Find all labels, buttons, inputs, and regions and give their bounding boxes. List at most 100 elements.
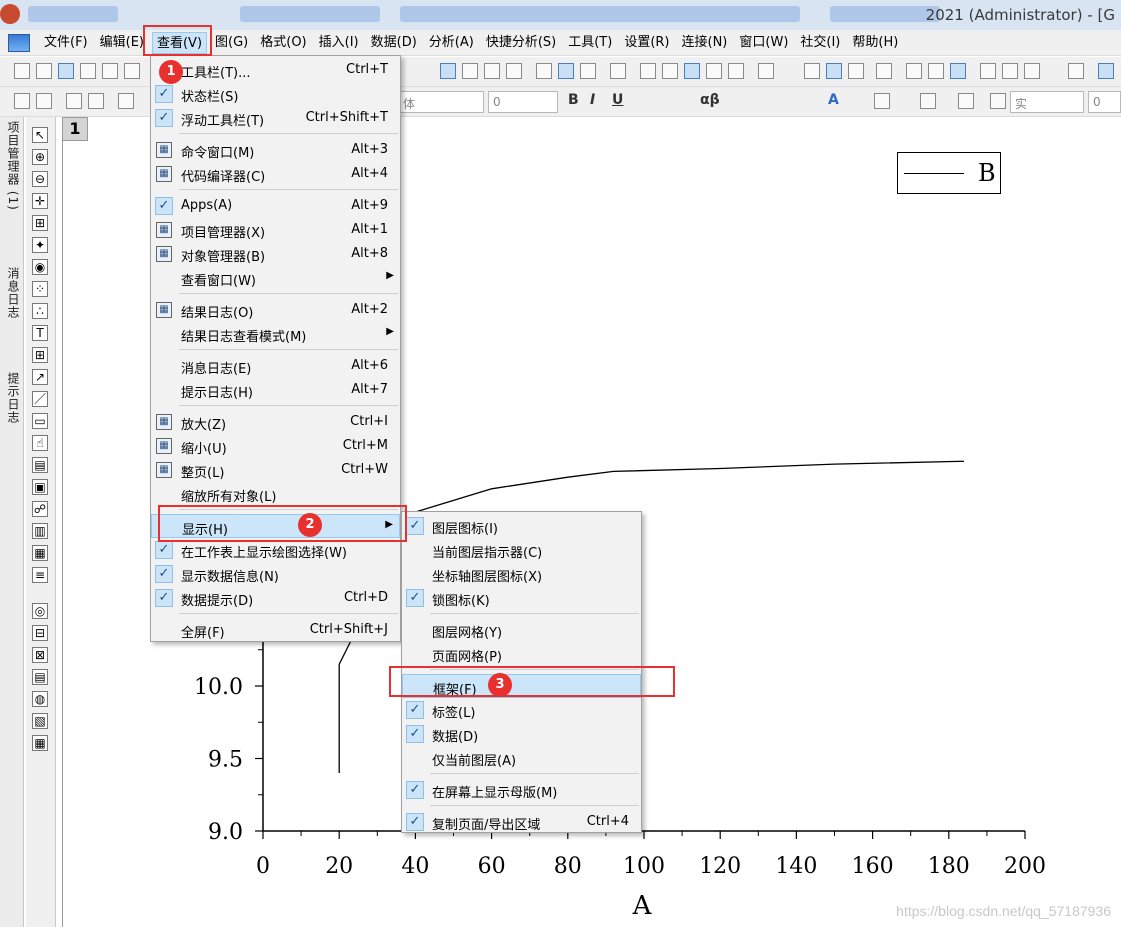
menu-item-label: 浮动工具栏(T) — [181, 114, 265, 129]
menu-separator — [430, 613, 639, 614]
menu-item-label: 锁图标(K) — [432, 594, 490, 609]
menu-item-shortcut: Ctrl+D — [343, 590, 388, 605]
menu-item-shortcut: Alt+2 — [351, 302, 388, 317]
view-menu-item[interactable]: 工具栏(T)... Ctrl+T — [151, 58, 400, 82]
view-menu-item[interactable]: ✓ 状态栏(S) — [151, 82, 400, 106]
menu-item-label: 项目管理器(X) — [181, 226, 266, 241]
view-menu-item[interactable]: ▦ 缩小(U) Ctrl+M — [151, 434, 400, 458]
menu-separator — [179, 293, 398, 294]
show-submenu-item[interactable]: ✓ 数据(D) — [402, 722, 641, 746]
view-menu-item[interactable]: 缩放所有对象(L) — [151, 482, 400, 506]
menu-item-shortcut: Ctrl+I — [350, 414, 388, 429]
menu-separator — [179, 133, 398, 134]
show-submenu-item[interactable]: ✓ 图层图标(I) — [402, 514, 641, 538]
view-menu-item[interactable]: ▦ 整页(L) Ctrl+W — [151, 458, 400, 482]
menu-item-shortcut: Ctrl+W — [341, 462, 388, 477]
view-menu-item[interactable]: ▦ 项目管理器(X) Alt+1 — [151, 218, 400, 242]
view-menu-item[interactable]: ✓ 显示数据信息(N) — [151, 562, 400, 586]
view-menu-item[interactable]: 查看窗口(W) ▶ — [151, 266, 400, 290]
show-submenu-item[interactable]: 当前图层指示器(C) — [402, 538, 641, 562]
menu-item-label: 当前图层指示器(C) — [432, 546, 543, 561]
menu-item-label: 整页(L) — [181, 466, 225, 481]
menu-item-label: 页面网格(P) — [432, 650, 502, 665]
results-log-icon: ▦ — [156, 302, 172, 318]
view-menu-item[interactable]: 全屏(F) Ctrl+Shift+J — [151, 618, 400, 642]
view-menu: 工具栏(T)... Ctrl+T ✓ 状态栏(S) ✓ 浮动工具栏(T) Ctrl+Shif… — [150, 55, 401, 642]
watermark: https://blog.csdn.net/qq_57187936 — [896, 903, 1111, 919]
menu-item-label: 提示日志(H) — [181, 386, 253, 401]
menu-item-shortcut: Alt+1 — [351, 222, 388, 237]
menu-separator — [430, 773, 639, 774]
legend-label: B — [978, 159, 996, 187]
x-tick-label: 100 — [623, 854, 665, 879]
view-menu-item[interactable]: ✓ Apps(A) Alt+9 — [151, 194, 400, 218]
view-menu-item[interactable]: 结果日志查看模式(M) ▶ — [151, 322, 400, 346]
x-tick-label: 140 — [775, 854, 817, 879]
menu-separator — [430, 805, 639, 806]
annotation-box-frame-item — [389, 666, 675, 697]
menu-item-shortcut: Alt+9 — [351, 198, 388, 213]
checkmark-icon: ✓ — [155, 109, 173, 127]
view-menu-item[interactable]: ▦ 放大(Z) Ctrl+I — [151, 410, 400, 434]
menu-item-label: 图层网格(Y) — [432, 626, 503, 641]
menu-item-label: 查看窗口(W) — [181, 274, 256, 289]
menu-item-label: 消息日志(E) — [181, 362, 252, 377]
show-submenu-item[interactable]: 图层网格(Y) — [402, 618, 641, 642]
checkmark-icon: ✓ — [406, 589, 424, 607]
legend[interactable]: B — [897, 152, 1001, 194]
y-tick-label: 9.0 — [208, 820, 243, 845]
x-tick-label: 160 — [852, 854, 894, 879]
view-menu-item[interactable]: ✓ 浮动工具栏(T) Ctrl+Shift+T — [151, 106, 400, 130]
view-menu-item[interactable]: ▦ 命令窗口(M) Alt+3 — [151, 138, 400, 162]
menu-item-label: 全屏(F) — [181, 626, 225, 641]
menu-item-label: 结果日志查看模式(M) — [181, 330, 307, 345]
view-menu-item[interactable]: ▦ 代码编译器(C) Alt+4 — [151, 162, 400, 186]
object-manager-icon: ▦ — [156, 246, 172, 262]
x-tick-label: 40 — [401, 854, 429, 879]
menu-item-label: 结果日志(O) — [181, 306, 254, 321]
show-submenu-item[interactable]: 页面网格(P) — [402, 642, 641, 666]
submenu-arrow-icon: ▶ — [386, 270, 394, 281]
menu-item-shortcut: Ctrl+4 — [586, 814, 629, 829]
x-tick-label: 180 — [928, 854, 970, 879]
menu-item-label: 复制页面/导出区域 — [432, 818, 541, 833]
view-menu-item[interactable]: 提示日志(H) Alt+7 — [151, 378, 400, 402]
view-menu-item[interactable]: ▦ 对象管理器(B) Alt+8 — [151, 242, 400, 266]
checkmark-icon: ✓ — [155, 589, 173, 607]
show-submenu-item[interactable]: ✓ 标签(L) — [402, 698, 641, 722]
y-tick-label: 10.0 — [194, 675, 243, 700]
menu-item-shortcut: Ctrl+T — [346, 62, 388, 77]
menu-item-shortcut: Alt+3 — [351, 142, 388, 157]
menu-item-label: 代码编译器(C) — [181, 170, 266, 185]
view-menu-item[interactable]: ✓ 数据提示(D) Ctrl+D — [151, 586, 400, 610]
submenu-arrow-icon: ▶ — [386, 326, 394, 337]
menu-item-label: Apps(A) — [181, 198, 233, 213]
checkmark-icon: ✓ — [406, 813, 424, 831]
menu-item-label: 仅当前图层(A) — [432, 754, 517, 769]
menu-item-shortcut: Alt+6 — [351, 358, 388, 373]
checkmark-icon: ✓ — [155, 541, 173, 559]
whole-page-icon: ▦ — [156, 462, 172, 478]
menu-item-label: 工具栏(T)... — [181, 66, 251, 81]
x-tick-label: 0 — [256, 854, 270, 879]
checkmark-icon: ✓ — [406, 701, 424, 719]
show-submenu-item[interactable]: ✓ 锁图标(K) — [402, 586, 641, 610]
checkmark-icon: ✓ — [155, 85, 173, 103]
show-submenu-item[interactable]: ✓ 复制页面/导出区域 Ctrl+4 — [402, 810, 641, 834]
x-axis-title: A — [632, 891, 653, 921]
show-submenu-item[interactable]: 坐标轴图层图标(X) — [402, 562, 641, 586]
menu-item-label: 缩小(U) — [181, 442, 227, 457]
checkmark-icon: ✓ — [406, 725, 424, 743]
step-badge-1: 1 — [159, 60, 183, 84]
checkmark-icon: ✓ — [155, 565, 173, 583]
view-menu-item[interactable]: 消息日志(E) Alt+6 — [151, 354, 400, 378]
x-tick-label: 120 — [699, 854, 741, 879]
show-submenu-item[interactable]: 仅当前图层(A) — [402, 746, 641, 770]
command-window-icon: ▦ — [156, 142, 172, 158]
project-explorer-icon: ▦ — [156, 222, 172, 238]
menu-item-label: 显示数据信息(N) — [181, 570, 279, 585]
show-submenu-item[interactable]: ✓ 在屏幕上显示母版(M) — [402, 778, 641, 802]
annotation-box-view-menu — [143, 25, 212, 56]
zoom-in-icon: ▦ — [156, 414, 172, 430]
view-menu-item[interactable]: ▦ 结果日志(O) Alt+2 — [151, 298, 400, 322]
